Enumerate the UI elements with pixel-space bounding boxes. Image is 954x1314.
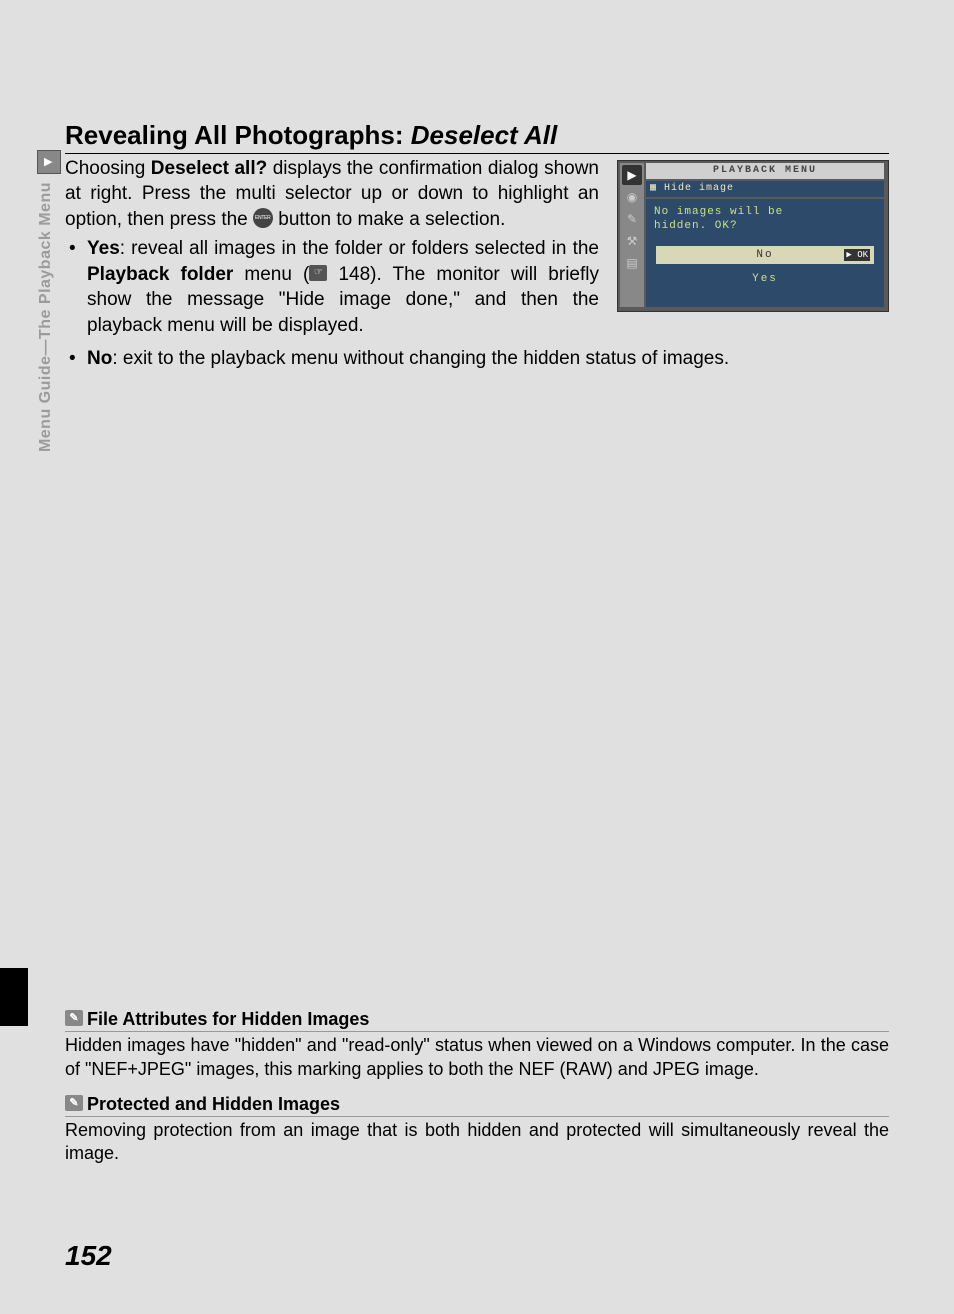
reference-icon: ☞ <box>309 265 327 281</box>
menu-icon-playback: ▶ <box>622 165 642 185</box>
bullet-list: Yes: reveal all images in the folder or … <box>65 236 599 338</box>
menu-msg-1: No images will be <box>654 206 783 218</box>
section-heading: Revealing All Photographs: Deselect All <box>65 120 889 154</box>
bullet-no-label: No <box>87 348 112 369</box>
manual-page: Menu Guide—The Playback Menu Revealing A… <box>0 0 954 1314</box>
bullet-no: No: exit to the playback menu without ch… <box>65 346 889 371</box>
menu-subtitle: ▦ Hide image <box>646 181 884 197</box>
menu-option-yes[interactable]: Yes <box>656 270 874 288</box>
top-margin <box>0 0 954 110</box>
side-tab-label: Menu Guide—The Playback Menu <box>37 182 55 452</box>
bullet-yes-ref: 148 <box>327 264 370 285</box>
notes-section: ✎File Attributes for Hidden Images Hidde… <box>65 997 889 1166</box>
menu-screen: ▶ ◉ ✎ ⚒ ▤ PLAYBACK MENU ▦ Hide image No … <box>617 160 889 312</box>
bullet-no-text: : exit to the playback menu without chan… <box>112 348 729 369</box>
menu-icon-wrench: ⚒ <box>622 231 642 251</box>
playback-icon <box>37 150 61 174</box>
menu-title: PLAYBACK MENU <box>646 163 884 179</box>
camera-menu-screenshot: ▶ ◉ ✎ ⚒ ▤ PLAYBACK MENU ▦ Hide image No … <box>617 160 889 312</box>
note-title-2: ✎Protected and Hidden Images <box>65 1094 889 1117</box>
note-title-1-text: File Attributes for Hidden Images <box>87 1009 369 1029</box>
pencil-icon: ✎ <box>65 1010 83 1026</box>
menu-body: No images will be hidden. OK? No Yes <box>646 199 884 307</box>
bullet-yes-t2: menu ( <box>233 264 309 285</box>
pencil-icon: ✎ <box>65 1095 83 1111</box>
bullet-yes-t1: : reveal all images in the folder or fol… <box>120 238 599 259</box>
content: Revealing All Photographs: Deselect All … <box>65 120 889 376</box>
menu-option-no[interactable]: No <box>656 246 874 264</box>
note-protected-hidden: ✎Protected and Hidden Images Removing pr… <box>65 1094 889 1167</box>
menu-icon-card: ▤ <box>622 253 642 273</box>
ref-page: 148 <box>338 264 370 285</box>
note-title-1: ✎File Attributes for Hidden Images <box>65 1009 889 1032</box>
note-title-2-text: Protected and Hidden Images <box>87 1094 340 1114</box>
menu-icon-camera: ◉ <box>622 187 642 207</box>
bullet-list-2: No: exit to the playback menu without ch… <box>65 346 889 371</box>
intro-row: Choosing Deselect all? displays the conf… <box>65 156 889 342</box>
intro-paragraph: Choosing Deselect all? displays the conf… <box>65 156 599 232</box>
intro-and-bullets: Choosing Deselect all? displays the conf… <box>65 156 599 342</box>
heading-italic: Deselect All <box>411 120 557 150</box>
intro-text-1: Choosing <box>65 158 151 179</box>
menu-icon-pencil: ✎ <box>622 209 642 229</box>
heading-prefix: Revealing All Photographs: <box>65 120 411 150</box>
menu-left-icons: ▶ ◉ ✎ ⚒ ▤ <box>620 163 644 307</box>
note-body-1: Hidden images have "hidden" and "read-on… <box>65 1034 889 1082</box>
intro-text-3: button to make a selection. <box>273 209 505 230</box>
page-number: 152 <box>65 1240 112 1272</box>
menu-message: No images will be hidden. OK? <box>646 199 884 240</box>
thumb-index-bar <box>0 968 28 1026</box>
note-body-2: Removing protection from an image that i… <box>65 1119 889 1167</box>
bullet-yes: Yes: reveal all images in the folder or … <box>65 236 599 338</box>
menu-subtitle-text: Hide image <box>664 183 734 194</box>
note-file-attributes: ✎File Attributes for Hidden Images Hidde… <box>65 1009 889 1082</box>
bullet-yes-bold: Playback folder <box>87 264 233 285</box>
intro-bold: Deselect all? <box>151 158 267 179</box>
enter-button-icon <box>253 208 273 228</box>
menu-msg-2: hidden. OK? <box>654 220 738 232</box>
bullet-yes-label: Yes <box>87 238 120 259</box>
side-tab: Menu Guide—The Playback Menu <box>37 150 63 520</box>
